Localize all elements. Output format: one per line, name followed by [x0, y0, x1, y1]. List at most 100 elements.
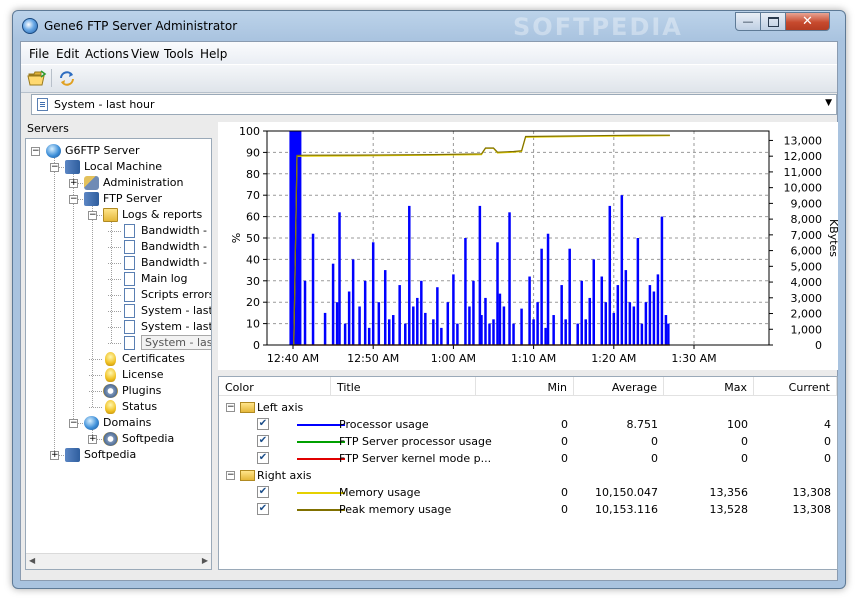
menu-help[interactable]: Help [200, 47, 227, 61]
document-icon [124, 272, 135, 286]
collapse-icon[interactable]: − [88, 211, 97, 220]
series-visible-checkbox[interactable]: ✔ [257, 435, 269, 447]
y-left-tick-label: 50 [246, 232, 260, 245]
processor-usage-bar [436, 287, 439, 345]
collapse-icon[interactable]: − [69, 195, 78, 204]
expand-icon[interactable]: + [50, 451, 59, 460]
processor-usage-bar [347, 291, 351, 345]
processor-usage-bar [358, 306, 361, 345]
series-row[interactable]: ✔ Memory usage 0 10,150.047 13,356 13,308 [219, 484, 837, 501]
processor-usage-bar [512, 323, 515, 345]
processor-usage-bar [560, 285, 563, 345]
series-grid: Color Title Min Average Max Current − Left axis… [218, 376, 838, 570]
series-visible-checkbox[interactable]: ✔ [257, 503, 269, 515]
series-row[interactable]: ✔ FTP Server kernel mode p... 0 0 0 0 [219, 450, 837, 467]
series-visible-checkbox[interactable]: ✔ [257, 486, 269, 498]
series-color-swatch[interactable] [297, 424, 345, 426]
collapse-icon[interactable]: − [31, 147, 40, 156]
group-label: Right axis [257, 469, 312, 482]
title-bar[interactable]: Gene6 FTP Server Administrator SOFTPEDIA… [13, 11, 845, 41]
tree-horizontal-scrollbar[interactable]: ◀ ▶ [26, 553, 211, 569]
tree-item-label: Administration [103, 176, 184, 189]
processor-usage-bar [298, 248, 301, 345]
tree-item-label: Certificates [122, 352, 185, 365]
column-header[interactable]: Average [574, 377, 664, 396]
close-button[interactable]: ✕ [785, 12, 830, 31]
x-tick-label: 1:10 AM [511, 352, 556, 365]
group-row[interactable]: − Right axis [219, 467, 837, 484]
maximize-icon [767, 16, 779, 27]
toolbar [21, 64, 837, 93]
document-icon [124, 336, 135, 350]
toolbar-separator [51, 69, 52, 87]
tree-connector [89, 407, 102, 408]
collapse-icon[interactable]: − [50, 163, 59, 172]
series-min: 0 [561, 452, 568, 465]
collapse-icon[interactable]: − [69, 419, 78, 428]
document-icon [124, 304, 135, 318]
dropdown-arrow-icon[interactable]: ▼ [825, 98, 832, 108]
processor-usage-bar [624, 270, 628, 345]
series-current: 0 [824, 435, 831, 448]
processor-usage-bar [552, 315, 555, 345]
tree-connector [108, 231, 121, 232]
processor-usage-bar [660, 216, 664, 345]
series-color-swatch[interactable] [297, 441, 345, 443]
refresh-button[interactable] [57, 69, 77, 87]
menu-actions[interactable]: Actions [85, 47, 129, 61]
column-header[interactable]: Current [754, 377, 837, 396]
series-color-swatch[interactable] [297, 458, 345, 460]
y-right-tick-label: 4,000 [791, 276, 823, 289]
bulb-icon [105, 368, 116, 382]
processor-usage-bar [408, 205, 411, 345]
series-title: FTP Server processor usage [339, 435, 492, 448]
column-header[interactable]: Color [219, 377, 331, 396]
processor-usage-bar [377, 302, 381, 345]
maximize-button[interactable] [760, 12, 786, 31]
expand-icon[interactable]: + [69, 179, 78, 188]
series-visible-checkbox[interactable]: ✔ [257, 452, 269, 464]
series-row[interactable]: ✔ Peak memory usage 0 10,153.116 13,528 13,30… [219, 501, 837, 518]
series-color-swatch[interactable] [297, 492, 345, 494]
tree-connector [111, 221, 112, 343]
series-current: 13,308 [792, 486, 832, 499]
column-header[interactable]: Min [476, 377, 574, 396]
server-tree[interactable]: G6FTP Server − Local Machine − Administratio… [25, 138, 212, 570]
tree-connector [108, 279, 121, 280]
minimize-button[interactable]: — [735, 12, 761, 31]
tree-item-label: Bandwidth - la [141, 256, 211, 269]
menu-file[interactable]: File [29, 47, 49, 61]
column-header[interactable]: Max [664, 377, 754, 396]
series-visible-checkbox[interactable]: ✔ [257, 418, 269, 430]
menu-tools[interactable]: Tools [164, 47, 194, 61]
y-right-tick-label: 7,000 [791, 229, 823, 242]
expand-icon[interactable]: + [88, 435, 97, 444]
processor-usage-bar [446, 302, 450, 345]
group-row[interactable]: − Left axis [219, 399, 837, 416]
y-right-tick-label: 2,000 [791, 308, 823, 321]
series-max: 13,356 [709, 486, 749, 499]
y-left-tick-label: 100 [239, 125, 260, 138]
collapse-icon[interactable]: − [226, 403, 235, 412]
processor-usage-bar [656, 274, 660, 345]
tree-item-label: Main log [141, 272, 188, 285]
processor-usage-bar [498, 293, 502, 345]
processor-usage-bar [484, 297, 487, 345]
series-row[interactable]: ✔ Processor usage 0 8.751 100 4 [219, 416, 837, 433]
open-folder-button[interactable] [27, 69, 47, 87]
processor-usage-bar [600, 276, 604, 345]
series-row[interactable]: ✔ FTP Server processor usage 0 0 0 0 [219, 433, 837, 450]
processor-usage-bar [584, 319, 587, 345]
tree-item-label: System - last hour [141, 335, 211, 350]
scroll-left-icon[interactable]: ◀ [29, 556, 35, 565]
view-selector[interactable]: System - last hour ▼ [31, 94, 837, 115]
series-current: 0 [824, 452, 831, 465]
menu-edit[interactable]: Edit [56, 47, 79, 61]
tree-connector [108, 295, 121, 296]
collapse-icon[interactable]: − [226, 471, 235, 480]
series-color-swatch[interactable] [297, 509, 345, 511]
gear-icon [103, 432, 118, 446]
column-header[interactable]: Title [331, 377, 476, 396]
scroll-right-icon[interactable]: ▶ [202, 556, 208, 565]
menu-view[interactable]: View [131, 47, 159, 61]
